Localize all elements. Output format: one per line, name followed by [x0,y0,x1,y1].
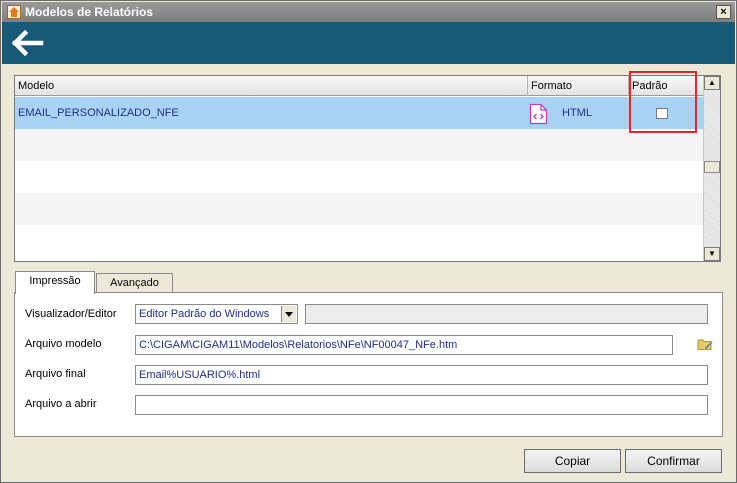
visualizador-label: Visualizador/Editor [25,308,117,320]
scroll-down-button[interactable]: ▼ [704,247,720,261]
models-grid[interactable]: Modelo Formato Padrão EMAIL_PERSONALIZAD… [14,75,721,262]
table-row [15,225,703,257]
scroll-thumb[interactable] [704,161,720,173]
report-models-window: Modelos de Relatórios × Modelo Formato P… [0,0,737,483]
html-document-icon [529,103,548,125]
tab-avancado[interactable]: Avançado [96,273,173,293]
confirm-button[interactable]: Confirmar [625,449,722,473]
chevron-down-icon[interactable] [281,306,296,322]
column-header-formato[interactable]: Formato [528,76,629,96]
column-header-padrao[interactable]: Padrão [629,76,703,96]
visualizador-extra-field [305,304,708,324]
title-bar[interactable]: Modelos de Relatórios × [2,2,735,22]
arquivo-abrir-field[interactable] [135,395,708,415]
visualizador-value: Editor Padrão do Windows [139,308,270,320]
cell-modelo: EMAIL_PERSONALIZADO_NFE [18,107,179,119]
open-folder-icon[interactable] [697,337,713,351]
table-row [15,129,703,161]
arquivo-modelo-field[interactable]: C:\CIGAM\CIGAM11\Modelos\Relatorios\NFe\… [135,335,673,355]
table-row [15,193,703,225]
scroll-up-button[interactable]: ▲ [704,76,720,90]
visualizador-select[interactable]: Editor Padrão do Windows [135,304,298,324]
arrow-left-icon[interactable] [12,30,44,56]
arquivo-modelo-label: Arquivo modelo [25,338,102,350]
arquivo-abrir-label: Arquivo a abrir [25,398,97,410]
column-header-modelo[interactable]: Modelo [15,76,528,96]
padrao-checkbox[interactable] [656,108,668,119]
close-button[interactable]: × [716,5,731,19]
table-row[interactable]: EMAIL_PERSONALIZADO_NFE HTML [15,97,703,129]
grid-header: Modelo Formato Padrão [15,76,703,96]
vertical-scrollbar[interactable]: ▲ ▼ [703,76,720,261]
copy-button[interactable]: Copiar [524,449,621,473]
cell-formato: HTML [562,107,592,119]
app-icon [7,5,21,19]
tab-impressao[interactable]: Impressão [15,271,95,294]
arquivo-final-label: Arquivo final [25,368,86,380]
tab-panel-impressao: Visualizador/Editor Editor Padrão do Win… [14,292,723,437]
table-row [15,161,703,193]
window-title: Modelos de Relatórios [25,5,154,19]
arquivo-final-field[interactable]: Email%USUARIO%.html [135,365,708,385]
header-band [2,22,735,64]
